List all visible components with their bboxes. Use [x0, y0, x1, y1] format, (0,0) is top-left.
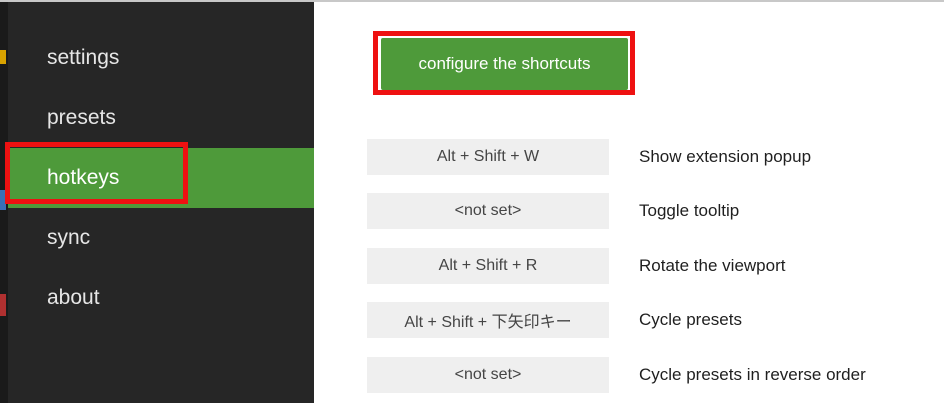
shortcut-command-label: Cycle presets: [639, 310, 742, 329]
configure-shortcuts-button[interactable]: configure the shortcuts: [381, 38, 628, 90]
shortcut-row: Alt + Shift + R Rotate the viewport: [0, 248, 944, 284]
shortcut-keys-field[interactable]: Alt + Shift + R: [367, 248, 609, 284]
shortcut-row: <not set> Cycle presets in reverse order: [0, 357, 944, 393]
shortcut-row: Alt + Shift + 下矢印キー Cycle presets: [0, 302, 944, 338]
shortcut-command-label: Cycle presets in reverse order: [639, 365, 866, 384]
shortcut-command-label: Show extension popup: [639, 147, 812, 166]
edge-mark-yellow: [0, 50, 6, 64]
shortcut-row: Alt + Shift + W Show extension popup: [0, 139, 944, 175]
sidebar-item-settings[interactable]: settings: [8, 28, 314, 88]
shortcut-command-label: Toggle tooltip: [639, 201, 740, 220]
shortcut-keys-field[interactable]: Alt + Shift + 下矢印キー: [367, 302, 609, 338]
shortcut-keys-field[interactable]: <not set>: [367, 193, 609, 229]
shortcut-keys-field[interactable]: Alt + Shift + W: [367, 139, 609, 175]
shortcut-keys-field[interactable]: <not set>: [367, 357, 609, 393]
shortcut-command-label: Rotate the viewport: [639, 256, 786, 275]
shortcut-row: <not set> Toggle tooltip: [0, 193, 944, 229]
